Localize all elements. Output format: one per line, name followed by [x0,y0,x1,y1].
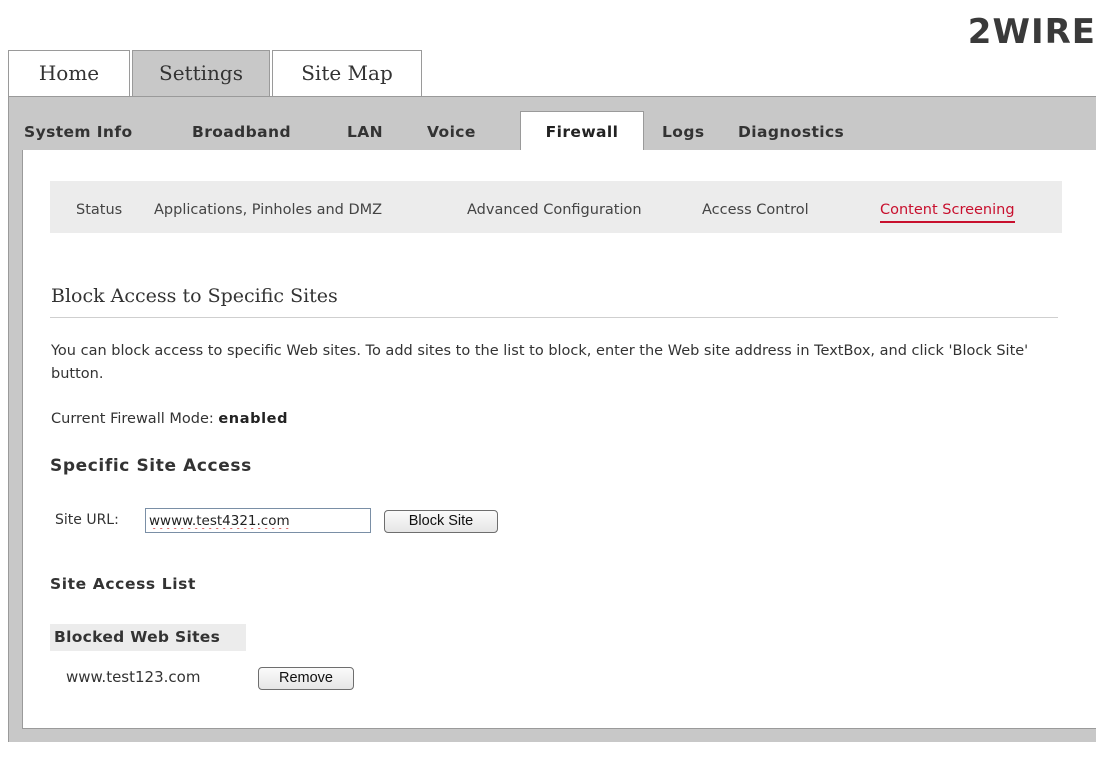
specific-site-access-heading: Specific Site Access [50,456,252,476]
description-text: You can block access to specific Web sit… [51,343,1029,382]
subtab-diagnostics[interactable]: Diagnostics [738,117,844,151]
blocked-site-url: www.test123.com [66,668,201,686]
subtab-logs[interactable]: Logs [662,117,704,151]
tab-settings[interactable]: Settings [132,50,270,97]
firewall-mode-label: Current Firewall Mode: [51,411,219,427]
subnav-applications-pinholes-dmz[interactable]: Applications, Pinholes and DMZ [154,181,382,233]
brand-logo: 2WIRE [967,16,1096,48]
site-url-label: Site URL: [55,512,119,528]
firewall-mode-value: enabled [218,411,289,427]
subtab-voice[interactable]: Voice [427,117,476,151]
subtab-firewall[interactable]: Firewall [520,111,644,152]
blocked-sites-header: Blocked Web Sites [50,624,246,651]
subnav-status[interactable]: Status [76,181,122,233]
site-url-input[interactable] [145,508,371,533]
firewall-mode: Current Firewall Mode: enabled [51,411,288,427]
remove-site-button[interactable]: Remove [258,667,354,690]
block-site-button[interactable]: Block Site [384,510,498,533]
tab-home[interactable]: Home [8,50,130,97]
site-access-list-heading: Site Access List [50,575,196,593]
subnav-access-control[interactable]: Access Control [702,181,809,233]
title-divider [50,317,1058,318]
subnav-content-screening[interactable]: Content Screening [880,181,1015,233]
subnav-advanced-configuration[interactable]: Advanced Configuration [467,181,642,233]
subtab-lan[interactable]: LAN [347,117,383,151]
subtab-system-info[interactable]: System Info [24,117,133,151]
tab-site-map[interactable]: Site Map [272,50,422,97]
subtab-broadband[interactable]: Broadband [192,117,291,151]
firewall-subnav: Status Applications, Pinholes and DMZ Ad… [50,181,1062,233]
page-title: Block Access to Specific Sites [51,285,338,307]
